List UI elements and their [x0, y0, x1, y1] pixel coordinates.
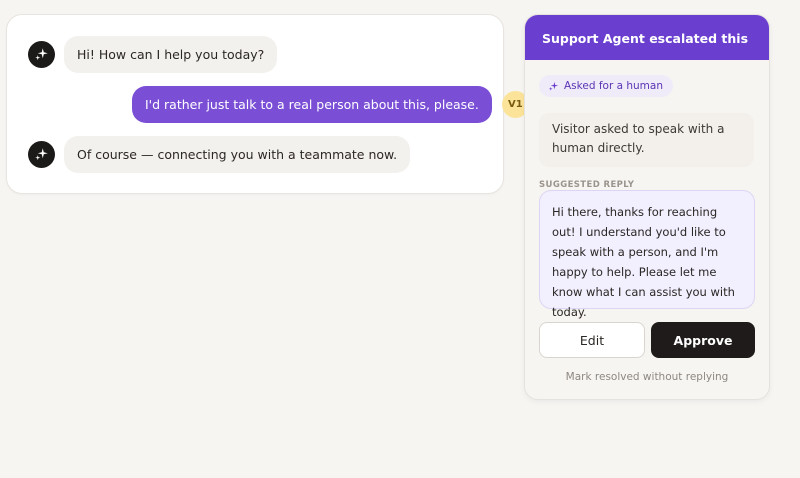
- sparkle-icon: [548, 81, 559, 91]
- approve-button[interactable]: Approve: [651, 322, 755, 358]
- suggested-reply-label: SUGGESTED REPLY: [539, 180, 635, 190]
- chat-transcript: Hi! How can I help you today? I'd rather…: [6, 14, 529, 194]
- bot-message-bubble: Of course — connecting you with a teamma…: [64, 136, 411, 173]
- message-row-user: I'd rather just talk to a real person ab…: [132, 86, 529, 123]
- bot-message-bubble: Hi! How can I help you today?: [64, 36, 278, 73]
- message-row-bot: Of course — connecting you with a teamma…: [28, 136, 411, 173]
- bot-avatar: [28, 141, 55, 168]
- message-row-bot: Hi! How can I help you today?: [28, 36, 278, 73]
- suggested-reply-text[interactable]: Hi there, thanks for reaching out! I und…: [539, 190, 755, 319]
- escalation-reason-tag: Asked for a human: [539, 75, 673, 97]
- sparkle-icon: [35, 48, 48, 61]
- bot-avatar: [28, 41, 55, 68]
- tag-label: Asked for a human: [564, 80, 663, 92]
- user-message-bubble: I'd rather just talk to a real person ab…: [132, 86, 492, 123]
- panel-title: Support Agent escalated this: [525, 15, 769, 60]
- mark-resolved-link[interactable]: Mark resolved without replying: [525, 371, 769, 383]
- escalation-panel: Support Agent escalated this Asked for a…: [524, 14, 770, 400]
- app-root: Hi! How can I help you today? I'd rather…: [0, 0, 800, 478]
- escalation-reason-text: Visitor asked to speak with a human dire…: [539, 113, 754, 167]
- sparkle-icon: [35, 148, 48, 161]
- edit-button[interactable]: Edit: [539, 322, 645, 358]
